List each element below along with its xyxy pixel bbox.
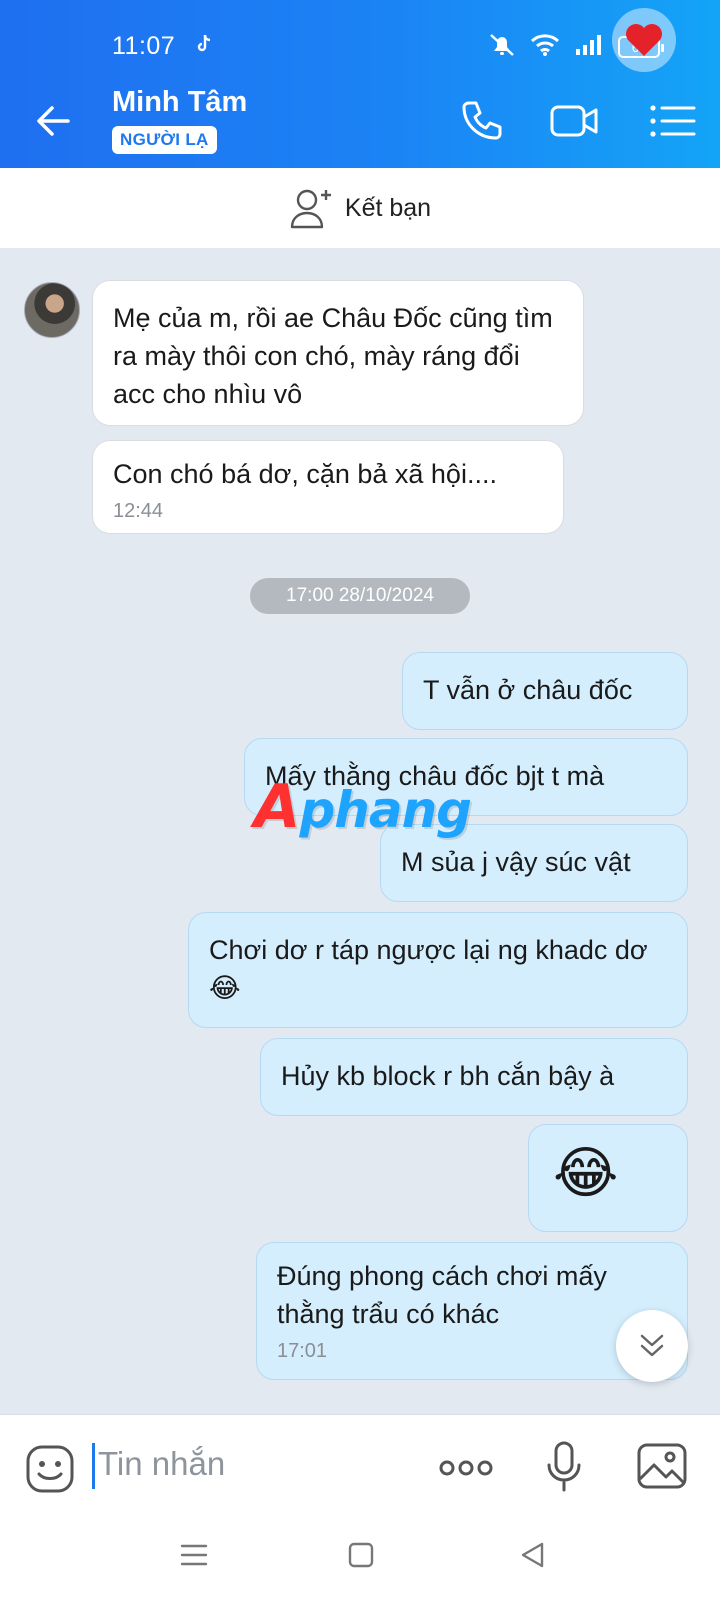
stranger-badge: NGƯỜI LẠ	[112, 126, 217, 154]
emoji: 😂	[553, 1141, 619, 1204]
image-icon	[637, 1443, 687, 1489]
emoji: 😂	[209, 973, 241, 1003]
recent-apps-button[interactable]	[178, 1540, 210, 1575]
contact-avatar[interactable]	[24, 282, 80, 338]
message-time: 12:44	[113, 500, 164, 522]
signal-icon	[574, 33, 604, 62]
sticker-button[interactable]	[24, 1443, 76, 1500]
phone-icon	[462, 101, 502, 140]
chevron-double-down-icon	[640, 1334, 664, 1357]
message-text: Đúng phong cách chơi mấy thằng trẩu có k…	[277, 1261, 607, 1329]
tiktok-icon	[196, 34, 212, 60]
message-time: 17:01	[277, 1340, 328, 1362]
sent-message[interactable]: Chơi dơ r táp ngược lại ng khadc dơ 😂	[188, 912, 688, 1028]
message-text: Chơi dơ r táp ngược lại ng khadc dơ	[209, 935, 648, 965]
options-button[interactable]	[646, 94, 700, 148]
menu-icon	[180, 1544, 208, 1566]
status-time: 11:07	[112, 32, 176, 60]
video-icon	[550, 105, 598, 137]
contact-name[interactable]: Minh Tâm	[112, 86, 247, 119]
message-input-bar: Tin nhắn	[0, 1414, 720, 1518]
voice-button[interactable]	[544, 1439, 584, 1500]
arrow-left-icon	[37, 106, 70, 136]
message-text: Hủy kb block r bh cắn bậy à	[281, 1061, 615, 1091]
back-button[interactable]	[28, 94, 82, 148]
message-text: Con chó bá dơ, cặn bả xã hội....	[113, 459, 497, 489]
call-button[interactable]	[454, 94, 508, 148]
home-button[interactable]	[346, 1540, 376, 1575]
microphone-icon	[547, 1441, 581, 1492]
system-navigation-bar	[0, 1518, 720, 1600]
more-icon	[439, 1460, 493, 1476]
system-back-button[interactable]	[518, 1540, 548, 1575]
message-text: T vẫn ở châu đốc	[423, 675, 633, 705]
date-separator: 17:00 28/10/2024	[250, 578, 470, 614]
list-icon	[650, 105, 696, 137]
chat-header: Minh Tâm NGƯỜI LẠ	[0, 74, 720, 168]
received-message[interactable]: Con chó bá dơ, cặn bả xã hội.... 12:44	[92, 440, 564, 534]
triangle-left-icon	[521, 1542, 544, 1568]
received-message[interactable]: Mẹ của m, rồi ae Châu Đốc cũng tìm ra mà…	[92, 280, 584, 426]
square-icon	[348, 1542, 374, 1568]
add-friend-label: Kết bạn	[344, 193, 432, 222]
scroll-to-bottom-button[interactable]	[616, 1310, 688, 1382]
add-user-icon	[290, 189, 331, 229]
status-bar: 11:07 65	[0, 0, 720, 74]
sent-message[interactable]: T vẫn ở châu đốc	[402, 652, 688, 730]
sent-message[interactable]: Hủy kb block r bh cắn bậy à	[260, 1038, 688, 1116]
sticker-icon	[26, 1445, 74, 1493]
message-text: M sủa j vậy súc vật	[401, 847, 631, 877]
mute-icon	[488, 32, 516, 63]
add-friend-button[interactable]: Kết bạn	[0, 168, 720, 248]
heart-icon[interactable]	[612, 8, 676, 72]
message-text: Mẹ của m, rồi ae Châu Đốc cũng tìm ra mà…	[113, 303, 553, 409]
video-call-button[interactable]	[548, 94, 602, 148]
more-button[interactable]	[438, 1453, 494, 1488]
text-cursor	[92, 1443, 95, 1489]
message-input[interactable]: Tin nhắn	[98, 1445, 225, 1483]
wifi-icon	[530, 33, 560, 62]
watermark: Aphang	[254, 772, 472, 842]
sent-emoji-message[interactable]: 😂	[528, 1124, 688, 1232]
image-button[interactable]	[636, 1441, 688, 1496]
